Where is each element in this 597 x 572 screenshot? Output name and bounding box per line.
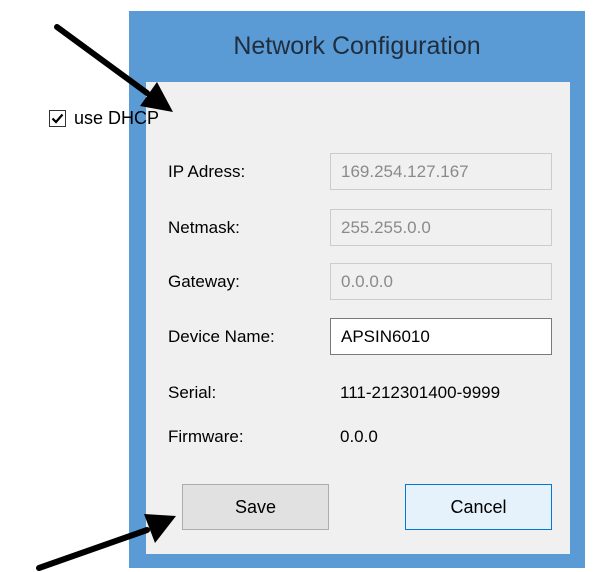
device-name-field[interactable] bbox=[330, 318, 552, 355]
serial-label: Serial: bbox=[168, 383, 217, 402]
gateway-label: Gateway: bbox=[168, 272, 240, 291]
checkmark-icon bbox=[51, 113, 64, 124]
dialog-title: Network Configuration bbox=[233, 32, 481, 60]
netmask-label: Netmask: bbox=[168, 218, 240, 237]
netmask-field[interactable] bbox=[330, 209, 552, 246]
ip-address-label: IP Adress: bbox=[168, 162, 246, 181]
save-button[interactable]: Save bbox=[182, 484, 329, 530]
cancel-button[interactable]: Cancel bbox=[405, 484, 552, 530]
firmware-label: Firmware: bbox=[168, 427, 244, 446]
dhcp-checkbox[interactable] bbox=[49, 110, 66, 127]
gateway-field[interactable] bbox=[330, 263, 552, 300]
ip-address-field[interactable] bbox=[330, 153, 552, 190]
firmware-value: 0.0.0 bbox=[340, 427, 378, 446]
device-name-label: Device Name: bbox=[168, 327, 275, 346]
serial-value: 111-212301400-9999 bbox=[340, 383, 501, 402]
dhcp-checkbox-label: use DHCP bbox=[74, 108, 160, 128]
dhcp-checkbox-row[interactable]: use DHCP bbox=[49, 108, 159, 129]
